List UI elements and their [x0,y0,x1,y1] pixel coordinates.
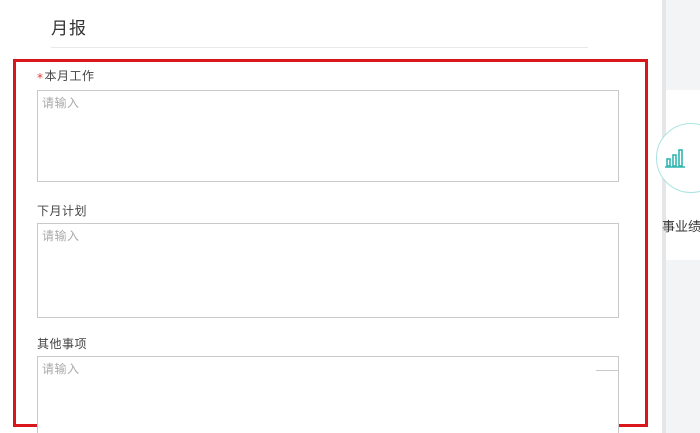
field-label-this-month-work: *本月工作 [37,69,95,85]
required-marker: * [37,71,44,85]
field-label-text: 下月计划 [37,204,88,218]
this-month-work-placeholder: 请输入 [42,96,80,110]
side-panel-label: 事业绩 [662,220,700,235]
title-divider [51,47,588,48]
field-label-other-items: 其他事项 [37,337,87,351]
textarea-resize-handle[interactable] [596,370,618,371]
page-title: 月报 [51,19,87,39]
this-month-work-textarea[interactable]: 请输入 [37,90,619,182]
field-label-text: 其他事项 [37,337,88,351]
other-items-placeholder: 请输入 [42,362,80,376]
monthly-report-panel: 月报 *本月工作 请输入 下月计划 请输入 其他事项 请输入 [0,0,662,433]
other-items-textarea[interactable]: 请输入 [37,356,619,433]
next-month-plan-textarea[interactable]: 请输入 [37,223,619,318]
bar-chart-icon [665,149,685,168]
field-label-text: 本月工作 [44,69,95,83]
next-month-plan-placeholder: 请输入 [42,229,80,243]
field-label-next-month-plan: 下月计划 [37,204,87,218]
